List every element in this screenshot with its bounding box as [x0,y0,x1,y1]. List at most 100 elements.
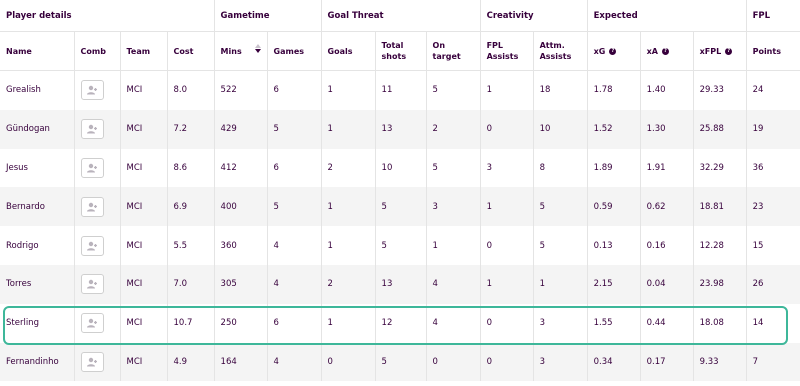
cell-goals: 1 [320,303,376,343]
cell-points: 14 [745,303,800,343]
cell-games: 5 [266,187,322,227]
col-comb: Comb [73,31,120,71]
cell-xg: 1.89 [586,148,641,188]
column-header-row: Name Comb Team Cost Mins Games Goals Tot… [0,31,800,71]
cell-mins: 360 [213,226,268,265]
col-fpl-assists[interactable]: FPL Assists [479,31,534,71]
cell-cost: 8.6 [166,148,215,188]
column-group-row: Player details Gametime Goal Threat Crea… [0,0,800,32]
add-player-icon [87,318,97,328]
cell-on-target: 0 [425,342,481,382]
help-icon[interactable]: ? [661,47,669,55]
col-games[interactable]: Games [266,31,322,71]
cell-games: 5 [266,109,322,149]
col-cost[interactable]: Cost [166,31,215,71]
col-goals[interactable]: Goals [320,31,376,71]
cell-on-target: 5 [425,70,481,110]
cell-fpl-assists: 3 [479,148,534,188]
cell-xfpl: 25.88 [692,109,747,149]
cell-total-shots: 5 [374,226,427,265]
cell-comb [73,187,120,227]
cell-xg: 0.59 [586,187,641,227]
add-to-comparison-button[interactable] [80,80,104,101]
col-xa[interactable]: xA? [639,31,694,71]
cell-cost: 4.9 [166,342,215,382]
add-to-comparison-button[interactable] [80,274,104,295]
cell-points: 23 [745,187,800,227]
add-to-comparison-button[interactable] [80,119,104,140]
cell-goals: 0 [320,342,376,382]
col-xg[interactable]: xG? [586,31,641,71]
cell-points: 7 [745,342,800,382]
cell-xfpl: 18.81 [692,187,747,227]
cell-xfpl: 29.33 [692,70,747,110]
col-team[interactable]: Team [119,31,167,71]
add-player-icon [87,86,97,95]
col-xa-label: xA [646,46,658,56]
cell-team: MCI [119,109,167,149]
col-total-shots[interactable]: Total shots [374,31,427,71]
cell-name[interactable]: Jesus [0,148,74,188]
table-row: Gündogan MCI 7.2 429 5 1 13 2 0 10 1.52 1.30 25.88 19 [0,109,800,149]
cell-goals: 1 [320,70,376,110]
cell-goals: 2 [320,264,376,304]
table-row: Grealish MCI 8.0 522 6 1 11 5 1 18 1.78 1.40 29.33 24 [0,70,800,110]
cell-team: MCI [119,70,167,110]
cell-mins: 400 [213,187,268,227]
table-row: Fernandinho MCI 4.9 164 4 0 5 0 0 3 0.34 0.17 9.33 7 [0,342,800,382]
col-on-target[interactable]: On target [425,31,481,71]
cell-cost: 7.0 [166,264,215,304]
add-to-comparison-button[interactable] [80,235,104,256]
cell-name[interactable]: Torres [0,264,74,304]
cell-xg: 1.52 [586,109,641,149]
add-player-icon [87,241,97,251]
cell-games: 6 [266,303,322,343]
cell-xa: 0.17 [639,342,694,382]
cell-goals: 1 [320,109,376,149]
cell-team: MCI [119,148,167,188]
cell-xa: 0.04 [639,264,694,304]
cell-name[interactable]: Gündogan [0,109,74,149]
cell-total-shots: 13 [374,109,427,149]
cell-xa: 0.62 [639,187,694,227]
cell-attm-assists: 8 [532,148,588,188]
cell-name[interactable]: Rodrigo [0,226,74,265]
add-to-comparison-button[interactable] [80,351,104,372]
add-to-comparison-button[interactable] [80,313,104,334]
add-to-comparison-button[interactable] [80,157,104,178]
group-player-details: Player details [0,0,215,32]
help-icon[interactable]: ? [609,47,617,55]
col-attm-assists-label-1: Attm. [539,41,565,50]
cell-name[interactable]: Fernandinho [0,342,74,382]
col-mins[interactable]: Mins [213,31,268,71]
group-goal-threat: Goal Threat [320,0,481,32]
add-to-comparison-button[interactable] [80,196,104,217]
cell-points: 19 [745,109,800,149]
group-expected: Expected [586,0,747,32]
cell-points: 26 [745,264,800,304]
help-icon[interactable]: ? [725,47,733,55]
col-games-label: Games [273,46,305,56]
col-goals-label: Goals [327,46,353,56]
col-total-shots-label-1: Total [381,41,404,50]
col-name[interactable]: Name [0,31,74,71]
table-row: Bernardo MCI 6.9 400 5 1 5 3 1 5 0.59 0.62 18.81 23 [0,187,800,227]
cell-on-target: 3 [425,187,481,227]
cell-xfpl: 18.08 [692,303,747,343]
cell-goals: 2 [320,148,376,188]
cell-team: MCI [119,187,167,227]
cell-name[interactable]: Bernardo [0,187,74,227]
cell-name[interactable]: Sterling [0,303,74,343]
cell-games: 6 [266,148,322,188]
cell-xg: 1.78 [586,70,641,110]
col-points[interactable]: Points [745,31,800,71]
col-xg-label: xG [593,46,606,56]
col-xfpl[interactable]: xFPL? [692,31,747,71]
col-xfpl-label: xFPL [699,46,722,56]
cell-on-target: 5 [425,148,481,188]
table-row: Jesus MCI 8.6 412 6 2 10 5 3 8 1.89 1.91 32.29 36 [0,148,800,188]
cell-name[interactable]: Grealish [0,70,74,110]
col-attm-assists[interactable]: Attm. Assists [532,31,588,71]
cell-mins: 412 [213,148,268,188]
cell-fpl-assists: 1 [479,187,534,227]
